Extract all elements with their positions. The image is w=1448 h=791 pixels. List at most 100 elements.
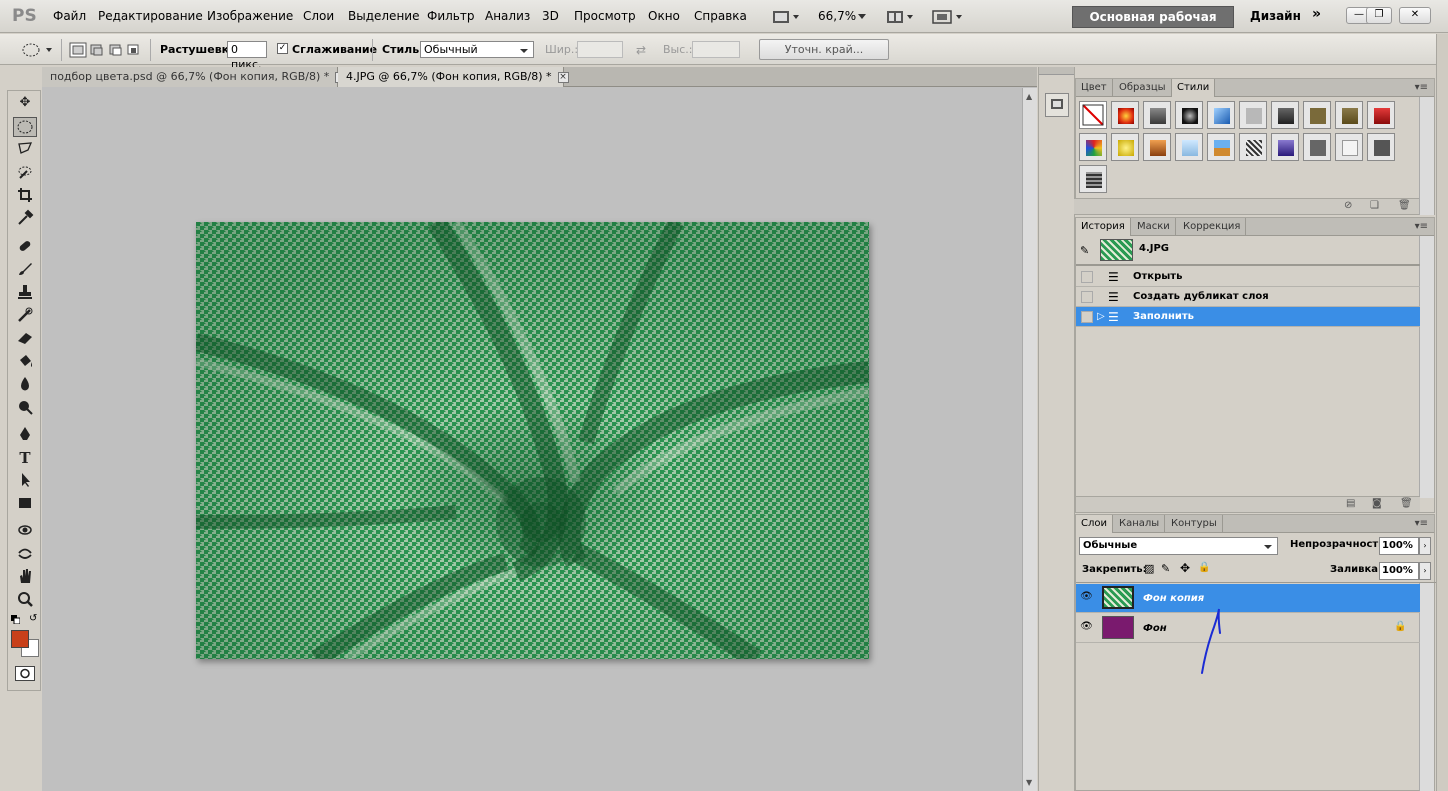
move-tool-icon[interactable]: ✥	[13, 93, 37, 113]
menu-file[interactable]: Файл	[53, 9, 86, 23]
style-preset[interactable]	[1271, 101, 1299, 129]
workspace-button[interactable]: Основная рабочая среда	[1072, 6, 1234, 44]
style-preset[interactable]	[1143, 101, 1171, 129]
screen-mode-button[interactable]	[770, 8, 804, 26]
history-state-arrow-icon[interactable]: ▷	[1097, 307, 1105, 327]
history-brush-icon[interactable]: ✎	[1080, 244, 1089, 257]
style-preset[interactable]	[1303, 101, 1331, 129]
tab-color[interactable]: Цвет	[1076, 79, 1113, 97]
healing-brush-tool-icon[interactable]	[13, 237, 37, 257]
design-workspace[interactable]: Дизайн	[1250, 9, 1301, 23]
history-panel-icon[interactable]	[1045, 93, 1069, 117]
close-tab-icon[interactable]: ×	[557, 71, 569, 83]
3d-orbit-tool-icon[interactable]	[13, 544, 37, 564]
3d-rotate-tool-icon[interactable]	[13, 521, 37, 541]
width-input[interactable]	[577, 41, 623, 58]
zoom-dropdown-arrow[interactable]	[856, 8, 868, 26]
antialias-checkbox[interactable]: ✓	[277, 43, 288, 54]
menu-window[interactable]: Окно	[648, 9, 680, 23]
visibility-eye-icon[interactable]: 👁	[1080, 622, 1093, 632]
menu-image[interactable]: Изображение	[207, 9, 293, 23]
lock-transparency-icon[interactable]: ▨	[1144, 562, 1154, 575]
close-button[interactable]: ✕	[1399, 7, 1431, 24]
delete-style-icon[interactable]: 🗑	[1398, 200, 1411, 211]
menu-analysis[interactable]: Анализ	[485, 9, 530, 23]
history-scrollbar[interactable]	[1419, 236, 1434, 498]
style-preset[interactable]	[1207, 133, 1235, 161]
new-document-from-state-icon[interactable]: ▤	[1346, 498, 1355, 509]
feather-input[interactable]: 0 пикс.	[227, 41, 267, 71]
new-snapshot-icon[interactable]: ◙	[1372, 498, 1382, 509]
type-tool-icon[interactable]: T	[13, 448, 37, 468]
menu-3d[interactable]: 3D	[542, 9, 559, 23]
height-input[interactable]	[692, 41, 740, 58]
swap-icon[interactable]: ⇄	[636, 43, 646, 57]
hand-tool-icon[interactable]	[13, 567, 37, 587]
tab-styles[interactable]: Стили	[1172, 79, 1216, 97]
tab-channels[interactable]: Каналы	[1114, 515, 1166, 533]
screen-layout-button[interactable]	[930, 8, 966, 26]
blend-mode-select[interactable]: Обычные	[1079, 537, 1278, 555]
tab-layers[interactable]: Слои	[1076, 515, 1113, 533]
visibility-eye-icon[interactable]: 👁	[1080, 592, 1093, 602]
eyedropper-tool-icon[interactable]	[13, 209, 37, 229]
crop-tool-icon[interactable]	[13, 186, 37, 206]
tab-adjustments[interactable]: Коррекция	[1178, 218, 1247, 236]
style-preset[interactable]	[1303, 133, 1331, 161]
style-preset[interactable]	[1111, 101, 1139, 129]
history-item[interactable]: ☰ Открыть	[1076, 267, 1420, 287]
dodge-tool-icon[interactable]	[13, 398, 37, 418]
style-preset[interactable]	[1207, 101, 1235, 129]
new-style-icon[interactable]: ❏	[1370, 200, 1379, 211]
foreground-color-swatch[interactable]	[11, 630, 29, 648]
lock-pixels-icon[interactable]: ✎	[1161, 562, 1170, 575]
eraser-tool-icon[interactable]	[13, 329, 37, 349]
style-preset[interactable]	[1175, 101, 1203, 129]
path-selection-tool-icon[interactable]	[13, 471, 37, 491]
clear-style-icon[interactable]: ⊘	[1344, 200, 1352, 211]
style-preset[interactable]	[1271, 133, 1299, 161]
opacity-slider-arrow-icon[interactable]: ›	[1419, 537, 1431, 555]
rectangle-tool-icon[interactable]	[13, 494, 37, 514]
arrange-documents-button[interactable]	[884, 8, 918, 26]
panel-menu-icon[interactable]: ▾≡	[1415, 221, 1428, 232]
brush-tool-icon[interactable]	[13, 260, 37, 280]
style-none[interactable]	[1079, 101, 1107, 129]
history-item[interactable]: ☰ Создать дубликат слоя	[1076, 287, 1420, 307]
lock-all-icon[interactable]: 🔒	[1198, 562, 1210, 573]
clone-stamp-tool-icon[interactable]	[13, 283, 37, 303]
menu-select[interactable]: Выделение	[348, 9, 419, 23]
document-scrollbar[interactable]: ▲ ▼	[1022, 88, 1037, 791]
quick-mask-icon[interactable]	[15, 666, 35, 681]
layer-name[interactable]: Фон	[1143, 623, 1167, 634]
more-workspaces[interactable]: »	[1312, 6, 1321, 22]
style-preset[interactable]	[1335, 133, 1363, 161]
style-preset[interactable]	[1239, 133, 1267, 161]
delete-state-icon[interactable]: 🗑	[1400, 498, 1413, 509]
tab-paths[interactable]: Контуры	[1166, 515, 1223, 533]
menu-edit[interactable]: Редактирование	[98, 9, 203, 23]
style-preset[interactable]	[1111, 133, 1139, 161]
zoom-tool-icon[interactable]	[13, 590, 37, 610]
history-brush-tool-icon[interactable]	[13, 306, 37, 326]
layer-row-selected[interactable]: 👁 Фон копия	[1076, 584, 1420, 613]
style-preset[interactable]	[1367, 101, 1395, 129]
style-preset[interactable]	[1239, 101, 1267, 129]
ellipse-marquee-tool-icon[interactable]	[13, 117, 37, 137]
default-colors-icon[interactable]	[11, 615, 21, 625]
zoom-level[interactable]: 66,7%	[818, 9, 856, 23]
style-select[interactable]: Обычный	[420, 41, 534, 58]
style-preset[interactable]	[1335, 101, 1363, 129]
selection-mode-buttons[interactable]	[68, 40, 144, 60]
opacity-input[interactable]: 100%	[1379, 537, 1419, 555]
restore-button[interactable]: ❐	[1366, 7, 1392, 24]
refine-edge-button[interactable]: Уточн. край...	[759, 39, 889, 60]
layers-scrollbar[interactable]	[1419, 583, 1434, 791]
lock-position-icon[interactable]: ✥	[1180, 561, 1190, 575]
menu-help[interactable]: Справка	[694, 9, 747, 23]
history-item-selected[interactable]: ▷ ☰ Заполнить	[1076, 307, 1420, 327]
menu-view[interactable]: Просмотр	[574, 9, 636, 23]
blur-tool-icon[interactable]	[13, 375, 37, 395]
tool-preset-picker[interactable]	[19, 40, 55, 60]
style-preset[interactable]	[1367, 133, 1395, 161]
